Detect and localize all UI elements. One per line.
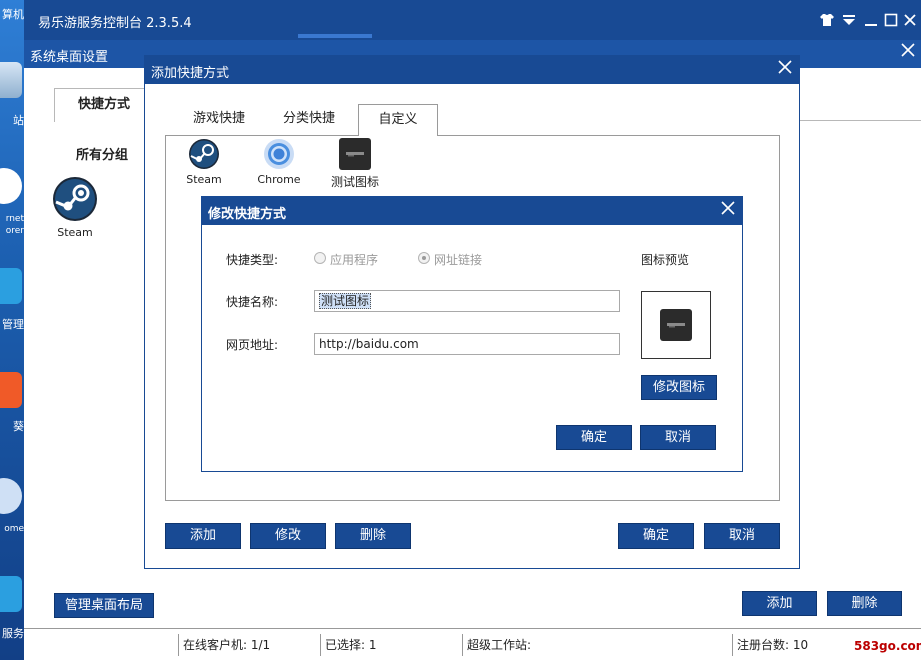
status-registered: 注册台数: 10 [732,634,852,656]
desktop-label-recycle: 站 [13,114,24,127]
status-bar: 在线客户机: 1/1 已选择: 1 超级工作站: 注册台数: 10 583go.… [24,628,921,660]
system-settings-close-icon[interactable] [897,42,919,64]
steam-icon[interactable] [52,176,98,222]
steam-icon[interactable] [188,138,220,170]
test-icon[interactable] [339,138,371,170]
chrome-icon[interactable] [263,138,295,170]
name-input[interactable]: 测试图标 [314,290,620,312]
test-shortcut-label: 测试图标 [330,175,379,189]
add-dialog-title: 添加快捷方式 [151,66,230,81]
close-icon[interactable] [901,12,919,30]
tab-game-shortcut[interactable]: 游戏快捷 [183,104,255,134]
add-dialog-close-icon[interactable] [773,58,797,82]
desktop-label-internet: rnet [5,214,24,224]
desktop-label-app: 葵 [13,420,24,433]
app-titlebar: 易乐游服务控制台 2.3.5.4 [24,0,921,40]
ie-icon[interactable] [0,168,22,204]
add-dialog-add-button[interactable]: 添加 [165,523,241,549]
desktop-strip: 算机 站 rnet orer 管理 葵 ome 服务 [0,0,24,660]
status-super-workstation: 超级工作站: [462,634,732,656]
edit-dialog-ok-button[interactable]: 确定 [556,425,632,450]
radio-url[interactable] [418,252,430,264]
cloud-service-icon[interactable] [0,576,22,612]
status-selected: 已选择: 1 [320,634,462,656]
edit-dialog-close-icon[interactable] [716,199,740,223]
add-dialog-edit-button[interactable]: 修改 [250,523,326,549]
add-dialog-delete-button[interactable]: 删除 [335,523,411,549]
system-settings-title: 系统桌面设置 [30,50,109,65]
add-dialog-cancel-button[interactable]: 取消 [704,523,780,549]
minimize-icon[interactable] [862,12,880,30]
type-label: 快捷类型: [226,253,279,267]
group-title: 所有分组 [76,148,129,163]
url-input-value: http://baidu.com [319,337,419,351]
desktop-label-computer: 算机 [2,8,24,21]
tab-category-shortcut[interactable]: 分类快捷 [273,104,345,134]
steam-label: Steam [57,226,93,239]
radio-url-label: 网址链接 [434,253,483,267]
edit-dialog-cancel-button[interactable]: 取消 [640,425,716,450]
steam-shortcut-label: Steam [186,173,222,186]
manage-layout-button[interactable]: 管理桌面布局 [54,593,154,618]
title-tab-indicator [298,34,372,38]
edit-shortcut-dialog: 修改快捷方式 快捷类型: 应用程序 网址链接 快捷名称: 测试图标 网页地址: … [201,196,743,472]
add-dialog-ok-button[interactable]: 确定 [618,523,694,549]
desktop-label-explorer: orer [5,226,24,236]
name-label: 快捷名称: [226,295,279,309]
edit-dialog-title: 修改快捷方式 [208,207,287,222]
name-input-value: 测试图标 [319,293,372,309]
icon-preview [641,291,711,359]
desktop-label-manage: 管理 [2,318,24,331]
maximize-icon[interactable] [882,12,900,30]
delete-button[interactable]: 删除 [827,591,902,616]
edit-dialog-header: 修改快捷方式 [202,197,742,225]
dropdown-icon[interactable] [840,12,858,30]
management-icon[interactable] [0,268,22,304]
app-orange-icon[interactable] [0,372,22,408]
chrome-desktop-icon[interactable] [0,478,22,514]
tshirt-icon[interactable] [818,12,836,30]
watermark: 583go.com [854,639,921,653]
desktop-label-chrome: ome [4,524,24,534]
tab-shortcut[interactable]: 快捷方式 [54,88,154,122]
url-label: 网页地址: [226,338,279,352]
add-dialog-header: 添加快捷方式 [145,56,799,84]
add-button[interactable]: 添加 [742,591,817,616]
url-input[interactable]: http://baidu.com [314,333,620,355]
status-online-clients: 在线客户机: 1/1 [178,634,320,656]
tab-custom[interactable]: 自定义 [358,104,438,136]
radio-application[interactable] [314,252,326,264]
radio-application-label: 应用程序 [330,253,379,267]
change-icon-button[interactable]: 修改图标 [641,375,717,400]
preview-label: 图标预览 [641,253,690,267]
desktop-label-service: 服务 [2,627,24,640]
chrome-shortcut-label: Chrome [257,173,301,186]
app-title: 易乐游服务控制台 2.3.5.4 [38,16,192,31]
recycle-bin-icon[interactable] [0,62,22,98]
